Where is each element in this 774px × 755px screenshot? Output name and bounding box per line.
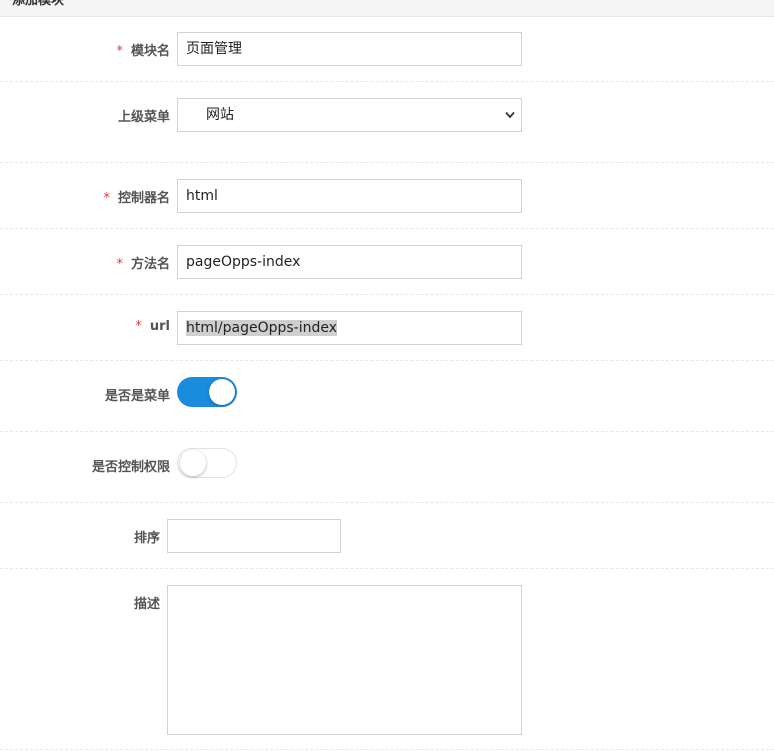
parent-menu-label: 上级菜单 [117, 110, 170, 125]
module-name-label: * 模块名 [116, 44, 170, 59]
required-marker: * [103, 191, 110, 206]
controller-label: * 控制器名 [103, 191, 170, 206]
required-marker: * [116, 44, 123, 59]
is-menu-label: 是否是菜单 [104, 389, 170, 404]
is-permission-toggle[interactable] [177, 448, 237, 478]
method-input[interactable]: pageOpps-index [177, 245, 522, 279]
chevron-down-icon [505, 111, 515, 119]
method-label: * 方法名 [116, 257, 170, 272]
row-parent-menu: 上级菜单 网站 [0, 82, 774, 163]
row-description: 描述 [0, 569, 774, 750]
toggle-knob [209, 379, 235, 405]
sort-input[interactable] [167, 519, 341, 553]
row-controller: * 控制器名 html [0, 163, 774, 229]
form-title: 添加模块 [12, 0, 65, 8]
is-menu-toggle[interactable] [177, 377, 237, 407]
toggle-knob [180, 450, 206, 476]
url-label: * url [135, 319, 170, 334]
required-marker: * [135, 319, 142, 334]
description-label: 描述 [133, 597, 160, 612]
required-marker: * [116, 257, 123, 272]
row-is-menu: 是否是菜单 [0, 361, 774, 432]
parent-menu-select[interactable]: 网站 [177, 98, 522, 132]
controller-input[interactable]: html [177, 179, 522, 213]
sort-label: 排序 [133, 531, 160, 546]
row-url: * url html/pageOpps-index [0, 295, 774, 361]
form-header: 添加模块 [0, 0, 774, 17]
row-sort: 排序 [0, 503, 774, 569]
row-is-permission: 是否控制权限 [0, 432, 774, 503]
parent-menu-value: 网站 [206, 107, 234, 123]
row-module-name: * 模块名 页面管理 [0, 17, 774, 82]
row-method: * 方法名 pageOpps-index [0, 229, 774, 295]
is-permission-label: 是否控制权限 [91, 460, 170, 475]
description-textarea[interactable] [167, 585, 522, 735]
url-input[interactable]: html/pageOpps-index [177, 311, 522, 345]
module-name-input[interactable]: 页面管理 [177, 32, 522, 66]
url-selected-text: html/pageOpps-index [186, 320, 338, 336]
